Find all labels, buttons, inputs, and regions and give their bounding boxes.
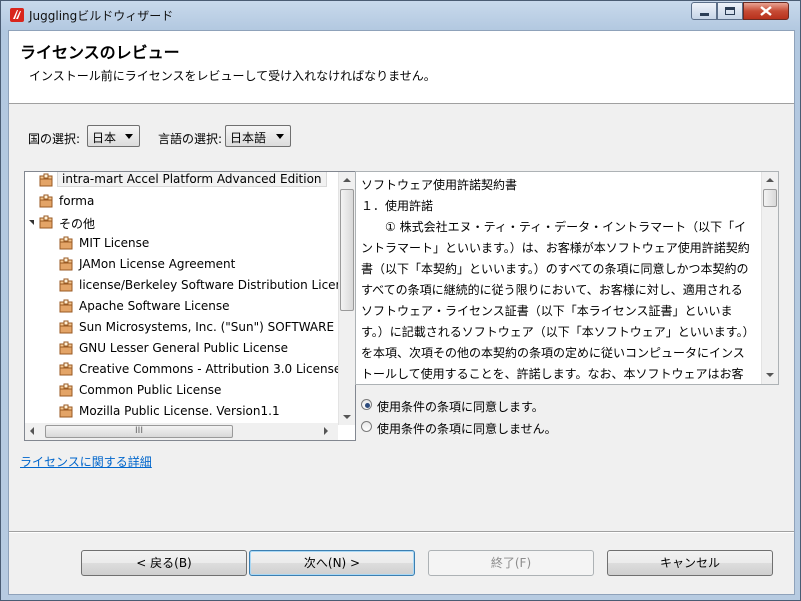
package-icon bbox=[39, 215, 53, 229]
scroll-up-icon[interactable] bbox=[766, 178, 774, 182]
license-text-area[interactable]: ソフトウェア使用許諾契約書 １．使用許諾 ① 株式会社エヌ・ティ・ティ・データ・… bbox=[355, 171, 779, 385]
tree-item-label: Creative Commons - Attribution 3.0 Licen… bbox=[79, 362, 342, 376]
license-tree[interactable]: intra-mart Accel Platform Advanced Editi… bbox=[24, 171, 356, 441]
license-text: ソフトウェア使用許諾契約書 １．使用許諾 ① 株式会社エヌ・ティ・ティ・データ・… bbox=[361, 178, 750, 381]
text-vscroll-thumb[interactable] bbox=[763, 189, 777, 207]
window-title: Jugglingビルドウィザード bbox=[29, 9, 174, 23]
maximize-icon bbox=[725, 7, 735, 15]
tree-horizontal-scrollbar[interactable]: III bbox=[25, 423, 338, 440]
page-subtitle: インストール前にライセンスをレビューして受け入れなければなりません。 bbox=[29, 69, 436, 83]
package-icon bbox=[59, 404, 73, 418]
package-icon bbox=[59, 236, 73, 250]
tree-item-label: GNU Lesser General Public License bbox=[79, 341, 289, 355]
expand-triangle-icon[interactable] bbox=[29, 220, 34, 225]
minimize-icon bbox=[700, 13, 709, 16]
package-icon bbox=[39, 173, 53, 187]
scroll-up-icon[interactable] bbox=[343, 178, 351, 182]
license-details-link[interactable]: ライセンスに関する詳細 bbox=[20, 453, 152, 470]
maximize-button[interactable] bbox=[717, 2, 743, 20]
package-icon bbox=[59, 383, 73, 397]
close-button[interactable] bbox=[743, 2, 789, 20]
tree-item-label: forma bbox=[59, 194, 95, 208]
package-icon bbox=[39, 194, 53, 208]
country-label: 国の選択: bbox=[28, 132, 81, 146]
scroll-down-icon[interactable] bbox=[766, 373, 774, 377]
wizard-client-area: ライセンスのレビュー インストール前にライセンスをレビューして受け入れなければな… bbox=[8, 30, 795, 595]
radio-circle bbox=[361, 421, 372, 432]
close-icon bbox=[760, 6, 772, 16]
minimize-button[interactable] bbox=[691, 2, 717, 20]
tree-item-label: JAMon License Agreement bbox=[79, 257, 236, 271]
tree-item-label: MIT License bbox=[79, 236, 150, 250]
radio-circle bbox=[361, 399, 372, 410]
finish-button[interactable]: 終了(F) bbox=[428, 550, 594, 576]
package-icon bbox=[59, 278, 73, 292]
scroll-left-icon[interactable] bbox=[30, 427, 34, 435]
scroll-right-icon[interactable] bbox=[324, 427, 328, 435]
tree-item-label: Mozilla Public License. Version1.1 bbox=[79, 404, 280, 418]
radio-dot bbox=[365, 403, 370, 408]
next-button[interactable]: 次へ(N) > bbox=[249, 550, 415, 576]
decline-radio-label: 使用条件の条項に同意しません。 bbox=[377, 422, 557, 436]
language-value: 日本語 bbox=[230, 131, 267, 145]
package-icon bbox=[59, 341, 73, 355]
language-label: 言語の選択: bbox=[158, 132, 223, 146]
wizard-header: ライセンスのレビュー インストール前にライセンスをレビューして受け入れなければな… bbox=[9, 31, 794, 104]
page-title: ライセンスのレビュー bbox=[20, 43, 180, 62]
wizard-window: Jugglingビルドウィザード ライセンスのレビュー インストール前にライセン… bbox=[0, 0, 801, 601]
text-vertical-scrollbar[interactable] bbox=[761, 172, 778, 384]
tree-item-label: license/Berkeley Software Distribution L… bbox=[79, 278, 341, 292]
language-select[interactable]: 日本語 bbox=[225, 125, 291, 147]
tree-item-label: intra-mart Accel Platform Advanced Editi… bbox=[57, 172, 327, 187]
country-value: 日本 bbox=[92, 131, 117, 145]
tree-item-label: Sun Microsystems, Inc. ("Sun") SOFTWARE bbox=[79, 320, 335, 334]
tree-vscroll-thumb[interactable] bbox=[340, 189, 354, 311]
accept-radio-label: 使用条件の条項に同意します。 bbox=[377, 400, 544, 414]
country-select[interactable]: 日本 bbox=[87, 125, 140, 147]
scroll-grip: III bbox=[135, 426, 143, 436]
button-separator bbox=[9, 531, 794, 533]
chevron-down-icon bbox=[276, 134, 284, 139]
package-icon bbox=[59, 362, 73, 376]
tree-item-label: Apache Software License bbox=[79, 299, 230, 313]
package-icon bbox=[59, 257, 73, 271]
tree-vertical-scrollbar[interactable] bbox=[338, 172, 355, 425]
tree-item-label: その他 bbox=[59, 217, 96, 231]
back-button[interactable]: < 戻る(B) bbox=[81, 550, 247, 576]
juggling-app-icon bbox=[10, 8, 24, 22]
scroll-down-icon[interactable] bbox=[343, 415, 351, 419]
package-icon bbox=[59, 320, 73, 334]
tree-item-label: Common Public License bbox=[79, 383, 222, 397]
title-bar[interactable]: Jugglingビルドウィザード bbox=[1, 1, 800, 29]
package-icon bbox=[59, 299, 73, 313]
tree-hscroll-thumb[interactable]: III bbox=[45, 425, 233, 438]
chevron-down-icon bbox=[125, 134, 133, 139]
cancel-button[interactable]: キャンセル bbox=[607, 550, 773, 576]
